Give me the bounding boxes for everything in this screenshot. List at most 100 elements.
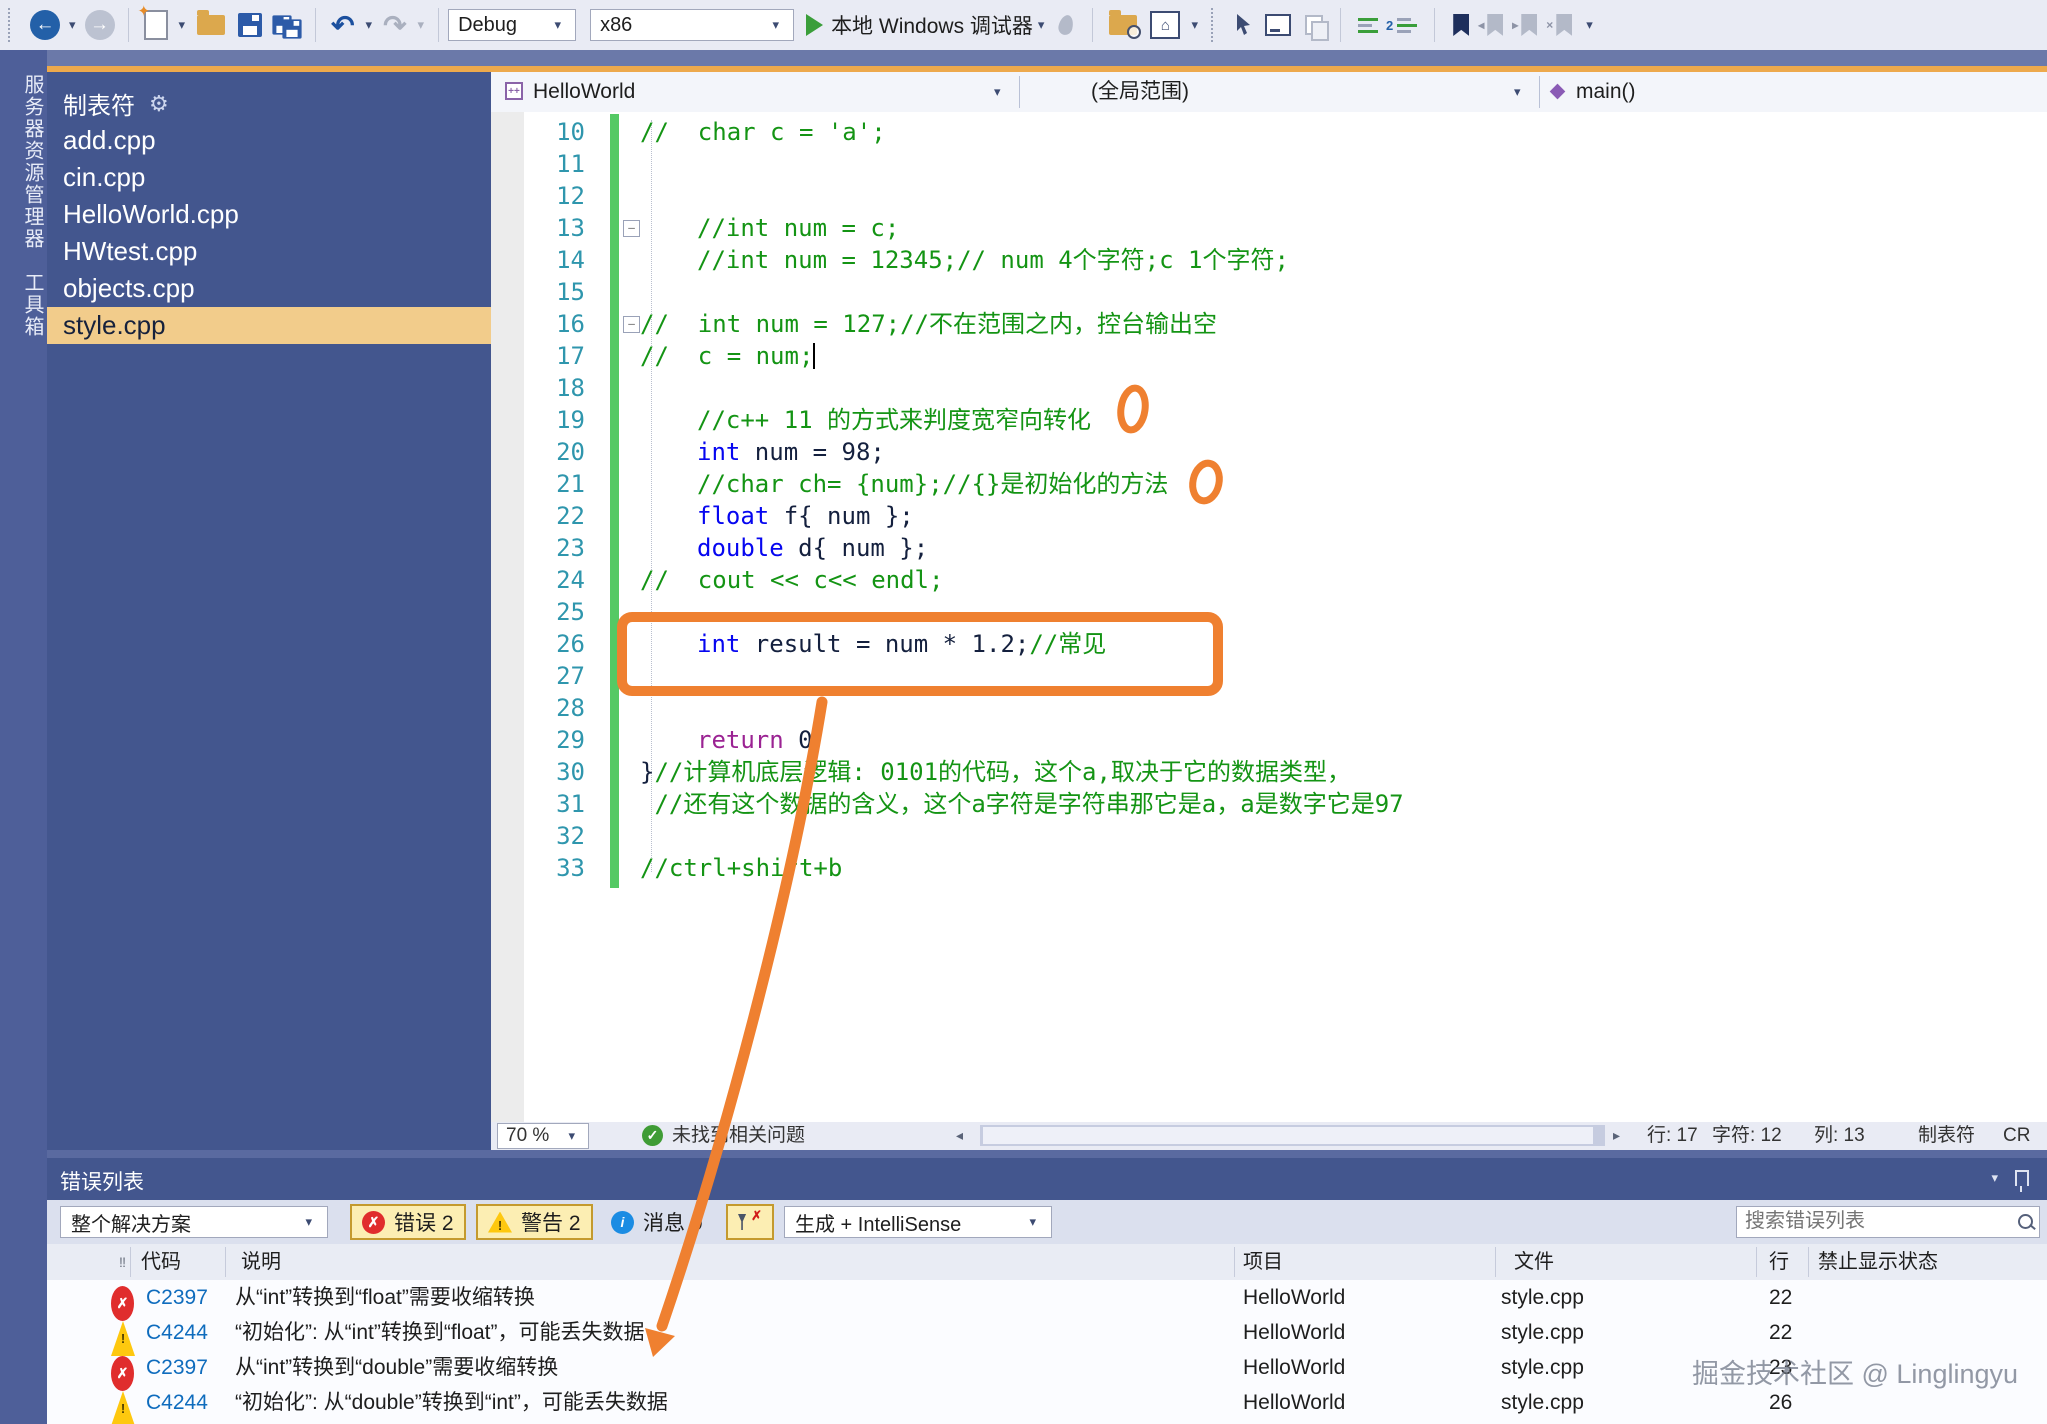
titlebar-chevron-icon[interactable]: ▾ xyxy=(1991,1170,1998,1186)
line-number: 18 xyxy=(505,372,585,404)
new-file-button[interactable] xyxy=(144,10,168,40)
severity-column-icon[interactable]: ‼ xyxy=(119,1244,126,1280)
file-item-HWtest.cpp[interactable]: HWtest.cpp xyxy=(47,233,491,270)
gear-icon[interactable]: ⚙ xyxy=(149,91,169,117)
error-row-2[interactable]: !C4244“初始化”: 从“int”转换到“float”，可能丢失数据Hell… xyxy=(47,1315,2047,1350)
toolbar-separator xyxy=(1092,8,1093,42)
fold-collapse-box[interactable]: – xyxy=(623,220,640,237)
scope-dropdown[interactable]: (全局范围) xyxy=(1091,72,1189,112)
prev-arrow-icon: ◂ xyxy=(1478,18,1484,32)
save-button[interactable] xyxy=(238,13,262,37)
horizontal-scrollbar[interactable] xyxy=(980,1125,1605,1146)
filter-button[interactable]: ✗ xyxy=(726,1204,774,1240)
warnings-filter-button[interactable]: !警告 2 xyxy=(476,1204,593,1240)
line-number: 20 xyxy=(505,436,585,468)
status-line: 行: 17 xyxy=(1647,1122,1698,1150)
warnings-count-label: 警告 2 xyxy=(521,1207,581,1237)
file-item-objects.cpp[interactable]: objects.cpp xyxy=(47,270,491,307)
toolbar-overflow-caret[interactable]: ▾ xyxy=(1191,17,1198,33)
start-debug-button[interactable]: 本地 Windows 调试器 ▾ xyxy=(794,0,1049,50)
scope-filter-combobox[interactable]: 整个解决方案 ▾ xyxy=(60,1206,328,1238)
file-item-HelloWorld.cpp[interactable]: HelloWorld.cpp xyxy=(47,196,491,233)
start-debug-caret[interactable]: ▾ xyxy=(1038,17,1045,33)
nav-separator xyxy=(1019,76,1020,108)
column-suppression[interactable]: 禁止显示状态 xyxy=(1818,1244,1938,1280)
back-dropdown-caret[interactable]: ▾ xyxy=(69,17,76,33)
error-list-toolbar: 整个解决方案 ▾ ✗错误 2 !警告 2 i消息 0 ✗ 生成 + Intelli… xyxy=(47,1200,2047,1244)
code-line-19: //c++ 11 的方式来判度宽窄向转化 xyxy=(697,404,1091,436)
file-item-add.cpp[interactable]: add.cpp xyxy=(47,122,491,159)
scroll-right-arrow[interactable]: ▸ xyxy=(1613,1127,1620,1144)
clear-bookmarks-button[interactable]: × xyxy=(1546,14,1581,36)
copy-disabled-icon[interactable] xyxy=(1305,15,1323,35)
back-button[interactable]: ← xyxy=(26,0,64,50)
toolbar-grip[interactable] xyxy=(1211,8,1221,42)
code-segment: //ctrl+shift+b xyxy=(640,854,842,882)
error-search-box[interactable] xyxy=(1736,1206,2040,1238)
column-line[interactable]: 行 xyxy=(1769,1244,1789,1280)
next-bookmark-button[interactable]: ▸ xyxy=(1512,14,1546,36)
configuration-combobox[interactable]: Debug▾ xyxy=(448,9,576,41)
platform-combobox[interactable]: x86▾ xyxy=(590,9,794,41)
column-project[interactable]: 项目 xyxy=(1243,1244,1283,1280)
errors-filter-button[interactable]: ✗错误 2 xyxy=(350,1204,466,1240)
format-lines-button[interactable]: 2 xyxy=(1386,0,1425,50)
window-preview-button[interactable] xyxy=(1265,14,1291,36)
error-row-1[interactable]: ✗C2397从“int”转换到“float”需要收缩转换HelloWorldst… xyxy=(47,1280,2047,1315)
symbol-dropdown[interactable]: main() xyxy=(1576,72,1636,112)
new-file-caret[interactable]: ▾ xyxy=(179,17,186,33)
undo-button[interactable]: ↶ xyxy=(331,9,354,42)
pin-icon[interactable] xyxy=(2015,1170,2029,1186)
source-filter-combobox[interactable]: 生成 + IntelliSense▾ xyxy=(784,1206,1052,1238)
side-tab-toolbox[interactable]: 工具箱 xyxy=(0,272,47,338)
error-search-input[interactable] xyxy=(1737,1207,2015,1235)
redo-button[interactable]: ↷ xyxy=(383,9,406,42)
combo-caret: ▾ xyxy=(305,1214,312,1230)
column-code[interactable]: 代码 xyxy=(141,1244,181,1280)
file-item-cin.cpp[interactable]: cin.cpp xyxy=(47,159,491,196)
select-cursor-icon[interactable] xyxy=(1235,13,1253,37)
code-line-22: float f{ num }; xyxy=(697,500,914,532)
toggle-bookmark-button[interactable] xyxy=(1453,14,1469,36)
side-tab-server-explorer[interactable]: 服务器资源管理器 xyxy=(0,74,47,250)
indent-lines-button[interactable] xyxy=(1358,18,1378,33)
fold-collapse-box[interactable]: – xyxy=(623,316,640,333)
redo-caret[interactable]: ▾ xyxy=(418,17,425,33)
prev-bookmark-button[interactable]: ◂ xyxy=(1478,14,1512,36)
messages-filter-button[interactable]: i消息 0 xyxy=(603,1206,711,1238)
open-folder-button[interactable] xyxy=(197,15,225,35)
project-icon: ++ xyxy=(505,82,523,100)
zoom-combobox[interactable]: 70 %▾ xyxy=(497,1123,589,1149)
save-all-button[interactable] xyxy=(268,0,306,50)
scope-filter-value: 整个解决方案 xyxy=(71,1208,191,1237)
forward-button[interactable]: → xyxy=(81,0,119,50)
source-filter-value: 生成 + IntelliSense xyxy=(795,1208,961,1237)
column-description[interactable]: 说明 xyxy=(241,1244,281,1280)
code-segment: //还有这个数据的含义，这个a字符是字符串那它是a，a是数字它是97 xyxy=(640,790,1404,818)
search-icon xyxy=(2018,1214,2033,1229)
home-button[interactable]: ⌂ xyxy=(1150,11,1180,39)
column-separator xyxy=(1234,1247,1235,1277)
vs-window: ← ▾ → ▾ ↶ ▾ ↷ ▾ Debug▾ x86▾ 本地 Windows 调… xyxy=(0,0,2047,1424)
code-segment: //int num = c; xyxy=(697,214,899,242)
error-file: style.cpp xyxy=(1501,1385,1584,1420)
column-separator xyxy=(130,1247,131,1277)
window-band xyxy=(0,50,2047,66)
column-file[interactable]: 文件 xyxy=(1514,1244,1554,1280)
errors-count-label: 错误 2 xyxy=(394,1207,454,1237)
bookmark-overflow-caret[interactable]: ▾ xyxy=(1586,17,1593,33)
messages-count-label: 消息 0 xyxy=(643,1207,703,1237)
hot-reload-icon[interactable] xyxy=(1057,14,1075,37)
line-number: 27 xyxy=(505,660,585,692)
file-item-style.cpp[interactable]: style.cpp xyxy=(47,307,491,344)
project-caret[interactable]: ▾ xyxy=(994,84,1001,100)
scope-caret[interactable]: ▾ xyxy=(1514,84,1521,100)
scrollbar-thumb[interactable] xyxy=(983,1127,1593,1144)
scroll-left-arrow[interactable]: ◂ xyxy=(956,1127,963,1144)
project-dropdown[interactable]: HelloWorld xyxy=(533,72,635,112)
code-editor[interactable]: 10// char c = 'a';111213–//int num = c;1… xyxy=(491,112,2047,1122)
toolbar-grip[interactable] xyxy=(8,8,18,42)
find-in-files-button[interactable] xyxy=(1109,15,1137,35)
undo-caret[interactable]: ▾ xyxy=(366,17,373,33)
error-list-titlebar[interactable]: 错误列表 ▾ xyxy=(47,1158,2047,1200)
